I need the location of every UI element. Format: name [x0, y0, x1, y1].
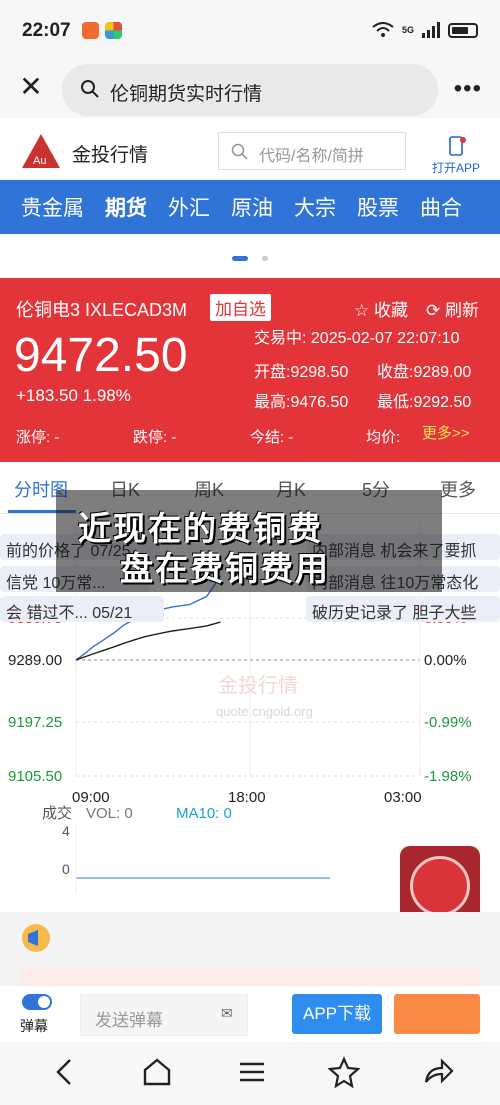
vol-value: VOL: 0: [86, 805, 133, 822]
instrument-name: 伦铜电3 IXLECAD3M: [16, 300, 188, 320]
carousel-dot: [262, 256, 268, 261]
category-forex[interactable]: 外汇: [168, 192, 210, 222]
close-icon[interactable]: ✕: [18, 73, 44, 101]
x-axis-tick-label: 03:00: [384, 789, 422, 806]
news-strip: [0, 912, 500, 998]
phone-icon: [449, 136, 466, 156]
search-icon: [231, 143, 248, 160]
danmaku-toggle[interactable]: [22, 994, 52, 1010]
network-label: 5G: [401, 25, 414, 35]
y-axis-right-tick-label: -1.98%: [424, 768, 472, 785]
code-search-placeholder: 代码/名称/简拼: [259, 148, 364, 165]
action-button[interactable]: [394, 994, 480, 1034]
open-price: 开盘:9298.50: [254, 364, 349, 381]
category-commodities[interactable]: 大宗: [294, 192, 336, 222]
category-stocks[interactable]: 股票: [357, 192, 399, 222]
code-search-input[interactable]: 代码/名称/简拼: [218, 132, 406, 170]
more-details-button[interactable]: 更多>>: [422, 422, 470, 443]
send-danmaku-placeholder: 发送弹幕: [95, 1011, 163, 1030]
category-futures[interactable]: 期货: [105, 192, 147, 222]
comment-bar: 弹幕 发送弹幕 ✉ APP下载: [0, 986, 500, 1042]
category-crude-oil[interactable]: 原油: [231, 192, 273, 222]
site-header: Au 金投行情 代码/名称/简拼 打开APP: [0, 118, 500, 180]
app-notification-icon: [82, 22, 99, 39]
app-download-button[interactable]: APP下载: [292, 994, 382, 1034]
low-price: 最低:9292.50: [377, 394, 472, 411]
svg-text:Au: Au: [33, 155, 46, 167]
music-disc-icon: [410, 856, 470, 916]
status-time: 22:07: [22, 20, 71, 41]
x-axis-tick-label: 09:00: [72, 789, 110, 806]
volume-tick-label: 4: [62, 823, 70, 839]
bottom-nav-bar: [0, 1042, 500, 1105]
settle-price: 今结: -: [250, 429, 294, 446]
refresh-button[interactable]: ⟳ 刷新: [426, 296, 479, 321]
colorful-app-icon: [105, 22, 122, 39]
tab-more[interactable]: 更多: [440, 476, 476, 502]
status-bar: 22:07 5G: [0, 0, 500, 62]
open-app-label: 打开APP: [431, 161, 480, 175]
star-icon[interactable]: [328, 1056, 360, 1088]
quote-panel: 伦铜电3 IXLECAD3M 加自选 ☆ 收藏 ⟳ 刷新 9472.50 +18…: [0, 278, 500, 462]
volume-tick-label: 0: [62, 861, 70, 877]
wifi-icon: [372, 22, 394, 37]
more-menu-icon[interactable]: •••: [454, 75, 482, 103]
site-name[interactable]: 金投行情: [72, 140, 148, 167]
watermark-text: 金投行情: [218, 674, 298, 697]
limit-up: 涨停: -: [16, 429, 60, 446]
x-axis-tick-label: 18:00: [228, 789, 266, 806]
average-price-line: [75, 621, 221, 661]
ma10-value: MA10: 0: [176, 805, 232, 822]
last-price: 9472.50: [14, 329, 188, 382]
avg-price: 均价:: [366, 429, 401, 446]
browser-bar: ✕ 伦铜期货实时行情 •••: [0, 62, 500, 118]
open-app-button[interactable]: 打开APP: [428, 136, 484, 176]
y-axis-right-tick-label: 0.00%: [424, 652, 467, 669]
y-axis-right-tick-label: -0.99%: [424, 714, 472, 731]
site-logo-icon: Au: [22, 134, 60, 168]
menu-icon[interactable]: [238, 1056, 266, 1088]
watermark-url: quote.cngold.org: [216, 704, 313, 719]
battery-icon: [448, 22, 478, 38]
envelope-icon[interactable]: ✉: [221, 1005, 233, 1022]
send-danmaku-input[interactable]: 发送弹幕 ✉: [80, 994, 248, 1036]
browser-search-input[interactable]: 伦铜期货实时行情: [62, 64, 438, 116]
danmaku-item: 会 错过不... 05/21: [0, 596, 164, 622]
y-axis-tick-label: 9105.50: [8, 768, 62, 785]
price-change: +183.50 1.98%: [16, 386, 131, 405]
danmaku-item: 破历史记录了 胆子大些: [306, 596, 500, 622]
home-icon[interactable]: [142, 1056, 172, 1088]
volume-label: 成交: [42, 804, 72, 822]
megaphone-icon: [22, 924, 50, 952]
category-other[interactable]: 曲合: [420, 192, 462, 222]
category-nav: 贵金属 期货 外汇 原油 大宗 股票 曲合: [0, 180, 500, 234]
overlay-line-2: 盘在费铜费用: [120, 550, 330, 587]
search-query: 伦铜期货实时行情: [110, 84, 263, 105]
back-icon[interactable]: [50, 1056, 78, 1088]
signal-icon: [422, 22, 440, 38]
danmaku-label: 弹幕: [20, 1018, 48, 1034]
share-icon[interactable]: [422, 1056, 454, 1088]
trade-status: 交易中: 2025-02-07 22:07:10: [254, 330, 460, 347]
high-price: 最高:9476.50: [254, 394, 349, 411]
collect-button[interactable]: ☆ 收藏: [354, 296, 408, 321]
y-axis-tick-label: 9289.00: [8, 652, 62, 669]
carousel-indicator: [0, 234, 500, 278]
status-app-icons: [82, 22, 122, 39]
carousel-dot-active: [232, 256, 248, 261]
category-precious-metals[interactable]: 贵金属: [21, 192, 84, 222]
add-favorite-button[interactable]: 加自选: [210, 294, 271, 321]
video-title-overlay: 近现在的费铜费 盘在费铜费用: [56, 490, 442, 592]
limit-down: 跌停: -: [133, 429, 177, 446]
prev-close-price: 收盘:9289.00: [377, 364, 472, 381]
y-axis-tick-label: 9197.25: [8, 714, 62, 731]
search-icon: [81, 80, 99, 98]
status-right-icons: 5G: [372, 22, 478, 38]
